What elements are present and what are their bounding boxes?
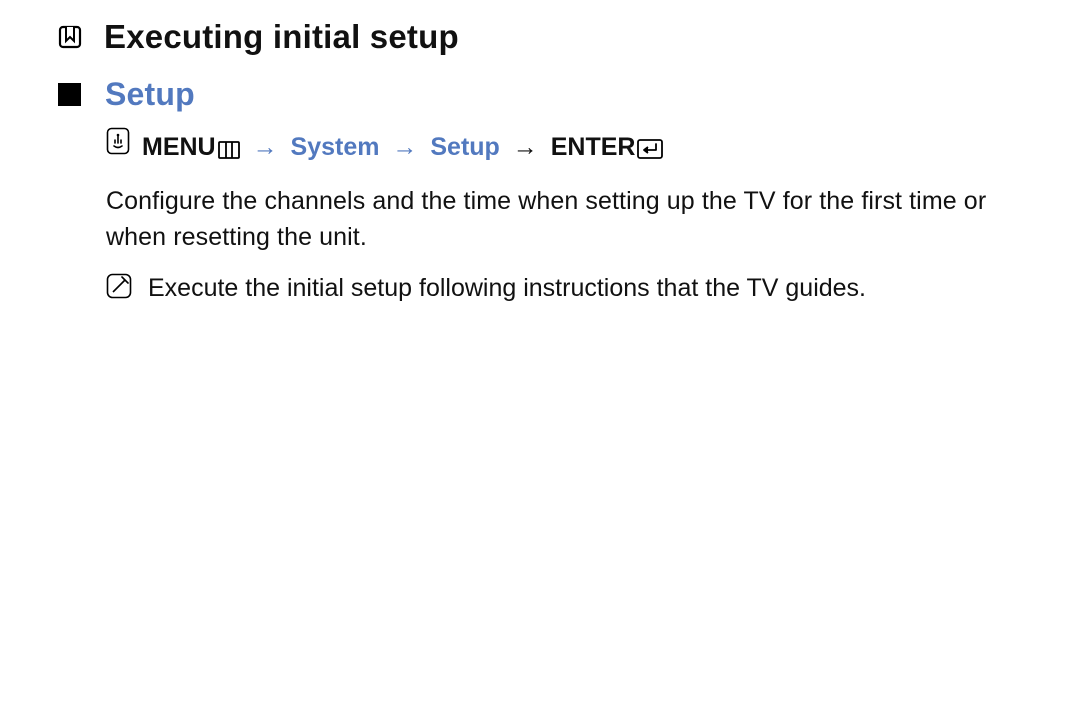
content-block: MENU → System → Setup → ENTER: [106, 127, 1040, 307]
navigation-path: MENU → System → Setup → ENTER: [106, 127, 1040, 165]
heading-row: Executing initial setup: [58, 18, 1040, 56]
document-page: Executing initial setup Setup MENU: [0, 0, 1080, 307]
nav-setup: Setup: [430, 133, 499, 161]
note-icon: [106, 273, 132, 309]
section-row: Setup: [58, 76, 1040, 113]
note-text: Execute the initial setup following inst…: [148, 271, 866, 306]
square-bullet-icon: [58, 83, 81, 106]
nav-text: MENU → System → Setup → ENTER: [142, 131, 663, 165]
note-row: Execute the initial setup following inst…: [106, 271, 1040, 307]
touch-icon: [106, 127, 130, 165]
arrow-icon: →: [392, 133, 417, 161]
nav-system: System: [291, 133, 380, 161]
bookmark-icon: [58, 25, 82, 49]
page-heading: Executing initial setup: [104, 18, 459, 56]
menu-label: MENU: [142, 133, 216, 161]
section-title: Setup: [105, 76, 195, 113]
enter-icon: [637, 139, 663, 159]
arrow-icon: →: [253, 133, 278, 161]
enter-label: ENTER: [551, 133, 636, 161]
description-paragraph: Configure the channels and the time when…: [106, 183, 1040, 256]
arrow-icon: →: [513, 133, 538, 161]
menu-icon: [218, 141, 240, 159]
